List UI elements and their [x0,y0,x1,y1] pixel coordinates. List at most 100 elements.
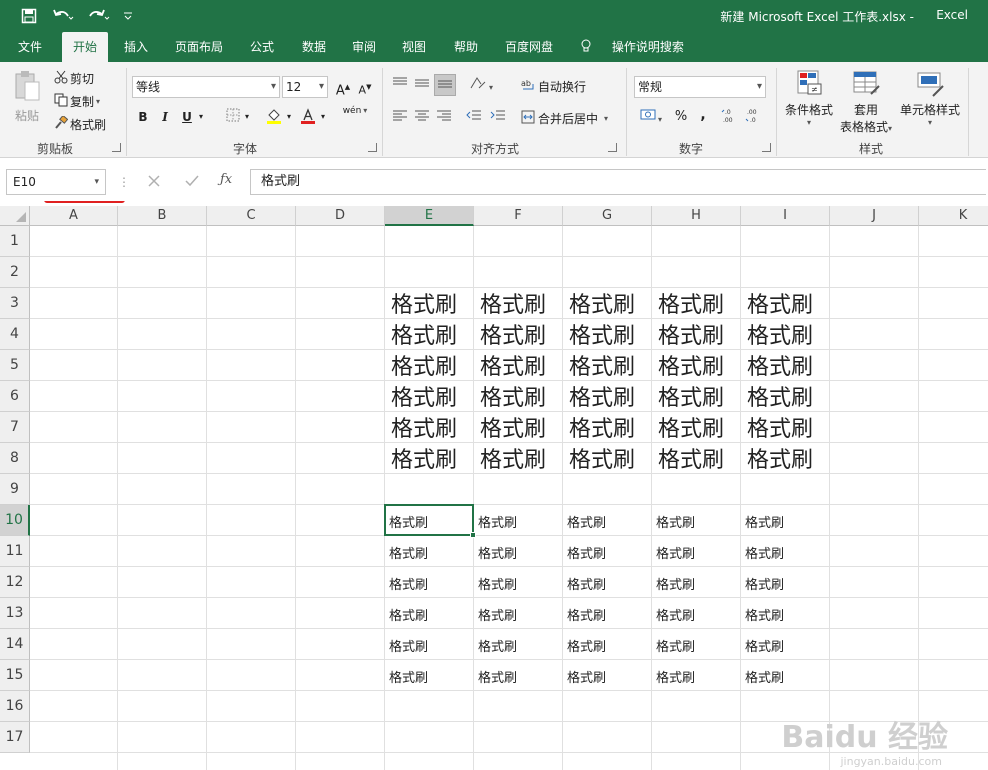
cell-g15[interactable]: 格式刷 [563,660,606,691]
cell-g7[interactable]: 格式刷 [563,412,635,443]
cell-e4[interactable]: 格式刷 [385,319,457,350]
insert-function-icon[interactable]: ƒx [220,172,240,192]
cell-i4[interactable]: 格式刷 [741,319,813,350]
cell-e13[interactable]: 格式刷 [385,598,428,629]
cell-h7[interactable]: 格式刷 [652,412,724,443]
increase-indent-button[interactable] [488,108,508,126]
column-header-d[interactable]: D [296,206,385,226]
cell-f6[interactable]: 格式刷 [474,381,546,412]
wrap-text-button[interactable]: ab 自动换行 [518,76,586,96]
align-center-button[interactable] [412,108,432,126]
cell-h6[interactable]: 格式刷 [652,381,724,412]
cell-f11[interactable]: 格式刷 [474,536,517,567]
cell-i10[interactable]: 格式刷 [741,505,784,536]
cell-h14[interactable]: 格式刷 [652,629,695,660]
cell-e8[interactable]: 格式刷 [385,443,457,474]
cell-g6[interactable]: 格式刷 [563,381,635,412]
align-right-button[interactable] [434,108,454,126]
row-header-7[interactable]: 7 [0,412,30,443]
tab-view[interactable]: 视图 [392,32,436,62]
select-all-corner[interactable] [0,206,30,226]
row-header-3[interactable]: 3 [0,288,30,319]
column-header-b[interactable]: B [118,206,207,226]
row-header-8[interactable]: 8 [0,443,30,474]
tab-home[interactable]: 开始 [62,32,108,62]
copy-button[interactable]: 复制 ▾ [52,92,122,110]
row-header-11[interactable]: 11 [0,536,30,567]
cell-f10[interactable]: 格式刷 [474,505,517,536]
cell-e14[interactable]: 格式刷 [385,629,428,660]
italic-button[interactable]: I [156,108,174,126]
shrink-font-button[interactable]: A▼ [356,78,374,97]
cell-i3[interactable]: 格式刷 [741,288,813,319]
cell-g4[interactable]: 格式刷 [563,319,635,350]
fill-handle[interactable] [470,532,476,538]
cell-e15[interactable]: 格式刷 [385,660,428,691]
cell-h11[interactable]: 格式刷 [652,536,695,567]
cell-h13[interactable]: 格式刷 [652,598,695,629]
percent-button[interactable]: % [672,108,690,126]
align-middle-button[interactable] [412,76,432,94]
cell-f13[interactable]: 格式刷 [474,598,517,629]
column-header-a[interactable]: A [30,206,118,226]
tab-formulas[interactable]: 公式 [240,32,284,62]
cell-g11[interactable]: 格式刷 [563,536,606,567]
number-format-combo[interactable]: 常规 ▾ [634,76,766,98]
row-header-2[interactable]: 2 [0,257,30,288]
cell-i8[interactable]: 格式刷 [741,443,813,474]
tab-baidu-netdisk[interactable]: 百度网盘 [496,32,562,62]
align-top-button[interactable] [390,76,410,94]
column-header-i[interactable]: I [741,206,830,226]
column-header-g[interactable]: G [563,206,652,226]
active-cell-border[interactable] [384,504,474,536]
cell-g13[interactable]: 格式刷 [563,598,606,629]
tell-me-search[interactable]: 操作说明搜索 [580,32,684,62]
fill-color-button[interactable] [264,108,284,126]
cell-e3[interactable]: 格式刷 [385,288,457,319]
cell-i6[interactable]: 格式刷 [741,381,813,412]
merge-center-button[interactable]: 合并后居中 ▾ [518,108,608,128]
cut-button[interactable]: 剪切 [52,69,122,87]
increase-decimal-button[interactable]: .0.00 [720,108,740,126]
bold-button[interactable]: B [134,108,152,126]
cell-i5[interactable]: 格式刷 [741,350,813,381]
row-header-12[interactable]: 12 [0,567,30,598]
cell-f3[interactable]: 格式刷 [474,288,546,319]
row-header-6[interactable]: 6 [0,381,30,412]
cell-e5[interactable]: 格式刷 [385,350,457,381]
orientation-button[interactable]: ▾ [466,76,496,94]
accounting-format-button[interactable]: ▾ [636,108,666,126]
cell-i12[interactable]: 格式刷 [741,567,784,598]
column-header-j[interactable]: J [830,206,919,226]
cell-g14[interactable]: 格式刷 [563,629,606,660]
row-header-4[interactable]: 4 [0,319,30,350]
align-bottom-button[interactable] [434,74,456,96]
cell-f5[interactable]: 格式刷 [474,350,546,381]
conditional-formatting-button[interactable]: ≠ 条件格式 ▾ [780,68,838,136]
cell-h10[interactable]: 格式刷 [652,505,695,536]
borders-dropdown[interactable]: ▾ [242,108,252,126]
cell-i13[interactable]: 格式刷 [741,598,784,629]
row-header-17[interactable]: 17 [0,722,30,753]
name-box[interactable]: E10 ▾ [6,169,106,195]
row-header-15[interactable]: 15 [0,660,30,691]
formula-input[interactable]: 格式刷 [250,169,986,195]
cell-g8[interactable]: 格式刷 [563,443,635,474]
column-header-c[interactable]: C [207,206,296,226]
alignment-launcher-icon[interactable] [608,143,617,152]
row-header-5[interactable]: 5 [0,350,30,381]
cell-e12[interactable]: 格式刷 [385,567,428,598]
grow-font-button[interactable]: A▲ [334,78,352,98]
cell-h4[interactable]: 格式刷 [652,319,724,350]
tab-file[interactable]: 文件 [8,32,52,62]
row-header-1[interactable]: 1 [0,226,30,257]
underline-dropdown[interactable]: ▾ [196,108,206,126]
decrease-decimal-button[interactable]: .00.0 [744,108,764,126]
tab-help[interactable]: 帮助 [444,32,488,62]
underline-button[interactable]: U [178,108,196,126]
cell-e11[interactable]: 格式刷 [385,536,428,567]
font-color-dropdown[interactable]: ▾ [318,108,328,126]
format-as-table-button[interactable]: 套用 表格格式▾ [836,68,896,136]
column-header-h[interactable]: H [652,206,741,226]
format-painter-button[interactable]: 格式刷 [52,114,122,133]
